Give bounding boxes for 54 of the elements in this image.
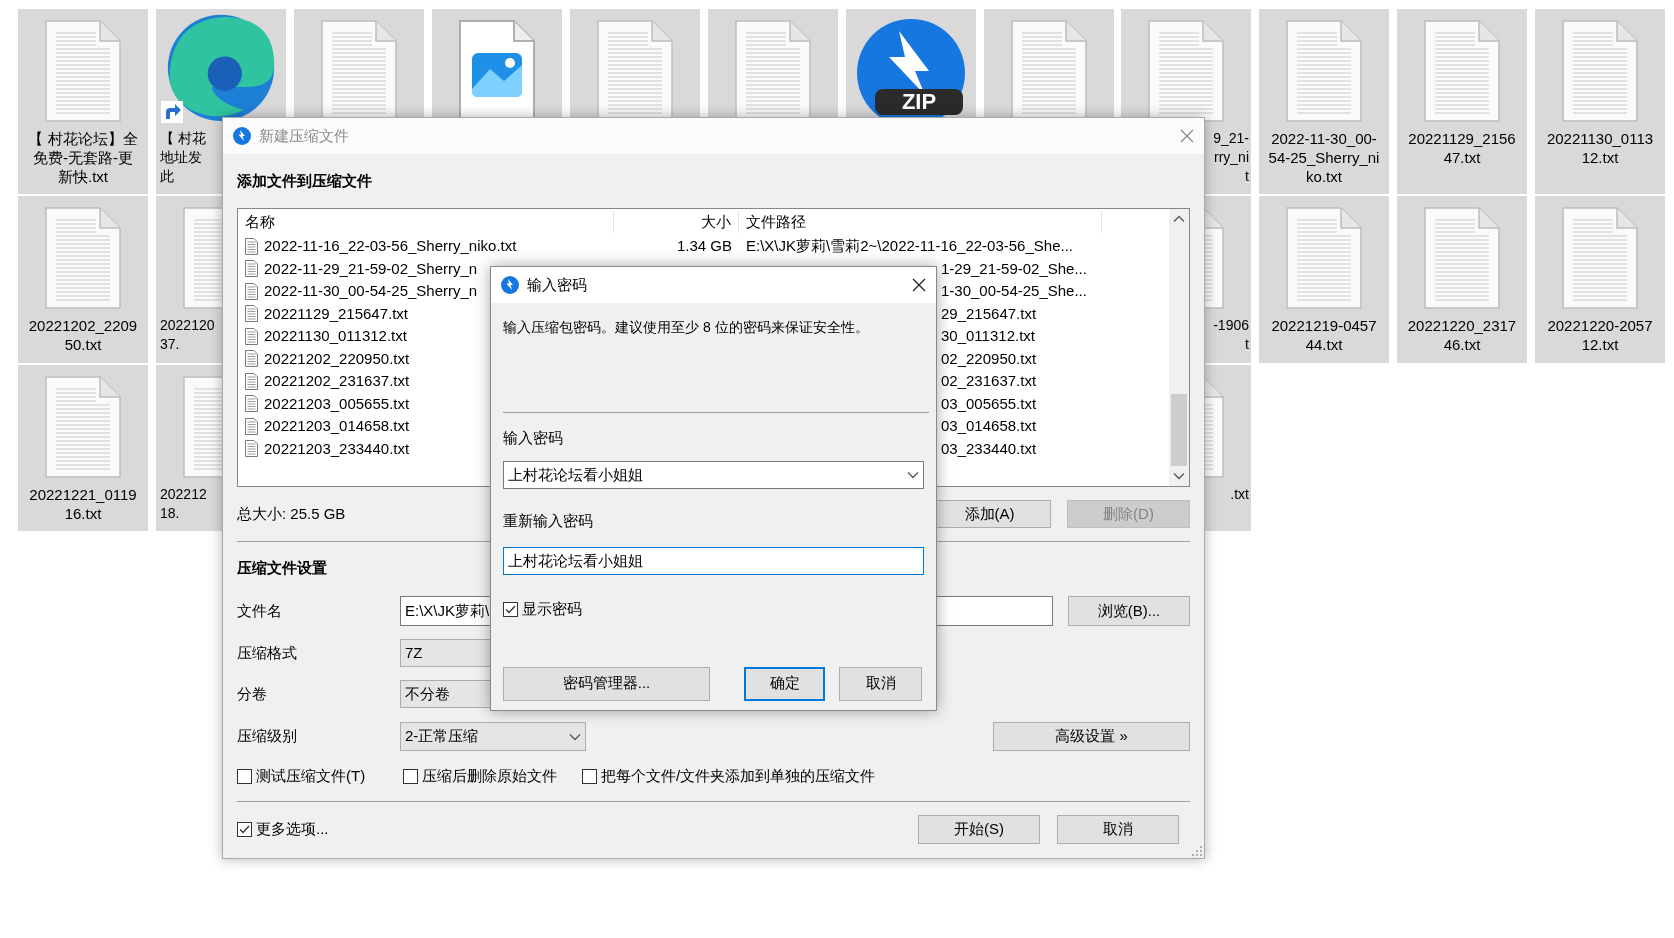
app-badge: ZIP bbox=[875, 89, 963, 115]
field-label: 重新输入密码 bbox=[503, 511, 593, 531]
file-name-line: 免费-无套路-更 bbox=[33, 148, 133, 167]
file-name-line: 9_21- bbox=[1213, 129, 1249, 148]
path-cell: 03_233440.txt bbox=[941, 439, 1037, 457]
file-name-line: 20221130_0113 bbox=[1546, 129, 1654, 148]
file-name-line: 202212 bbox=[160, 485, 207, 504]
path-cell: 1-30_00-54-25_She... bbox=[941, 282, 1087, 299]
file-name-line: 20221219-0457 bbox=[1271, 316, 1377, 335]
path-cell: 30_011312.txt bbox=[941, 327, 1035, 344]
path-cell: 03_014658.txt bbox=[941, 417, 1037, 434]
size-cell-text: 1.34 GB bbox=[676, 236, 732, 256]
file-name-line: 20221220-2057 bbox=[1547, 316, 1653, 335]
path-cell: 1-29_21-59-02_She... bbox=[941, 259, 1087, 277]
field-label: 输入密码 bbox=[503, 428, 563, 448]
path-cell: 02_231637.txt bbox=[941, 372, 1037, 389]
file-name-line: 20221221_0119 bbox=[29, 485, 137, 504]
file-name-line: 12.txt bbox=[1581, 148, 1619, 167]
field-label: 压缩级别 bbox=[237, 726, 298, 747]
file-name-line: 54-25_Sherry_ni bbox=[1268, 148, 1380, 167]
file-name-line: t bbox=[1245, 335, 1249, 354]
file-name-line: 47.txt bbox=[1443, 148, 1481, 167]
path-cell: 03_005655.txt bbox=[941, 394, 1037, 412]
file-name-line: ko.txt bbox=[1306, 167, 1342, 186]
file-name-line: t bbox=[1245, 167, 1249, 186]
instruction-text: 输入压缩包密码。建议使用至少 8 位的密码来保证安全性。 bbox=[503, 318, 869, 337]
file-name-line: 44.txt bbox=[1305, 335, 1343, 354]
file-name-line: 新快.txt bbox=[58, 167, 108, 186]
file-name-line: .txt bbox=[1230, 485, 1249, 504]
field-label: 压缩格式 bbox=[237, 642, 298, 663]
file-name-line: 46.txt bbox=[1443, 335, 1481, 354]
file-name-line: rry_ni bbox=[1214, 148, 1249, 167]
file-name-line: 20221220_2317 bbox=[1407, 316, 1517, 335]
path-cell: 02_220950.txt bbox=[941, 349, 1037, 367]
path-cell: E:\X\JK萝莉\雪莉2~\2022-11-16_22-03-56_She... bbox=[746, 237, 1073, 254]
file-name-line: 37. bbox=[160, 335, 180, 354]
file-name-line: 20221202_2209 bbox=[28, 316, 138, 335]
field-label: 文件名 bbox=[237, 600, 283, 621]
file-name-line: 16.txt bbox=[64, 504, 102, 523]
file-name-line: 2022-11-30_00- bbox=[1271, 129, 1377, 148]
file-name-line: 18. bbox=[160, 504, 180, 523]
file-name-line: 12.txt bbox=[1581, 335, 1619, 354]
file-name-line: 此 bbox=[160, 167, 174, 186]
field-label: 分卷 bbox=[237, 683, 268, 704]
file-name-line: 【 村花 bbox=[160, 129, 206, 148]
window-title: 输入密码 bbox=[527, 274, 587, 295]
file-name-line: 50.txt bbox=[64, 335, 102, 354]
file-name-line: 地址发 bbox=[160, 148, 202, 167]
section-heading: 压缩文件设置 bbox=[237, 558, 327, 578]
file-name-line: 2022120 bbox=[160, 316, 215, 335]
file-name-line: 【 村花论坛】全 bbox=[28, 129, 138, 148]
file-name-line: 20221129_2156 bbox=[1408, 129, 1516, 148]
path-cell: 29_215647.txt bbox=[941, 304, 1037, 322]
file-name-line: -1906 bbox=[1213, 316, 1249, 335]
